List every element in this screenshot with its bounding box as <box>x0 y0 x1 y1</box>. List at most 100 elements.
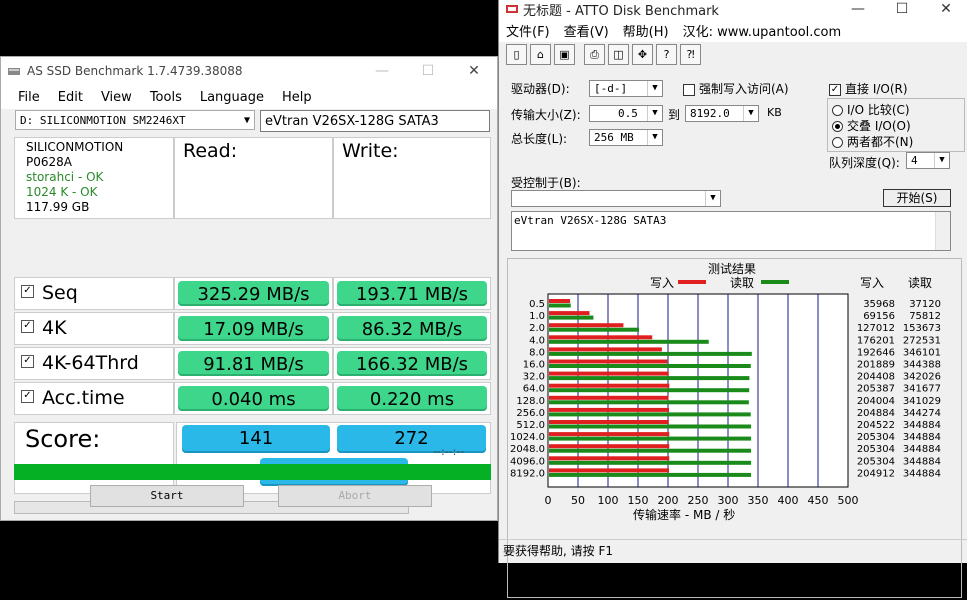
bar-read <box>549 460 752 465</box>
description-field[interactable]: eVtran V26SX-128G SATA3 <box>511 211 951 251</box>
help-icon[interactable]: ? <box>656 44 677 65</box>
move-icon[interactable]: ✥ <box>632 44 653 65</box>
direct-io-checkbox[interactable]: ✓ <box>829 83 841 96</box>
controlled-by-label: 受控制于(B): <box>511 176 581 190</box>
x-axis-label: 传输速率 - MB / 秒 <box>633 507 735 522</box>
menu-language[interactable]: Language <box>192 90 274 105</box>
value-write: 176201 <box>857 335 895 346</box>
x-tick-label: 450 <box>808 494 829 507</box>
value-read: 344884 <box>903 468 941 479</box>
minimize-icon[interactable]: — <box>836 1 880 17</box>
minimize-icon[interactable]: — <box>359 63 405 79</box>
print-icon[interactable]: ⎙ <box>584 44 605 65</box>
category-labels: 0.51.02.04.08.0 16.032.064.0128.0256.0512… <box>510 299 545 479</box>
menu-file[interactable]: 文件(F) <box>499 21 557 40</box>
menu-view[interactable]: 查看(V) <box>557 21 616 40</box>
value-write: 127012 <box>857 323 895 334</box>
x-tick-label: 350 <box>748 494 769 507</box>
value-read: 75812 <box>909 311 941 322</box>
value-read: 344884 <box>903 444 941 455</box>
row-label-acctime[interactable]: ✓ Acc.time <box>14 382 174 415</box>
drive-select[interactable]: D: SILICONMOTION SM2246XT ▼ <box>15 110 255 130</box>
menu-file[interactable]: File <box>1 90 50 105</box>
bar-read <box>549 364 751 368</box>
transfer-to-select[interactable]: 8192.0 ▼ <box>685 105 759 122</box>
checkbox-4k[interactable]: ✓ <box>21 320 34 333</box>
force-write-label: 强制写入访问(A) <box>699 82 789 96</box>
menu-help[interactable]: 帮助(H) <box>616 21 676 40</box>
force-write-option[interactable]: 强制写入访问(A) <box>683 80 789 97</box>
maximize-icon[interactable]: ☐ <box>880 1 924 17</box>
chevron-down-icon: ▼ <box>647 130 662 145</box>
row-label-4k64[interactable]: ✓ 4K-64Thrd <box>14 347 174 380</box>
overlapped-radio[interactable] <box>832 121 843 132</box>
acctime-read-cell: 0.040 ms <box>174 382 333 415</box>
bar-read <box>549 448 752 453</box>
close-icon[interactable]: ✕ <box>924 1 967 17</box>
row-label-text: 4K-64Thrd <box>42 352 139 374</box>
results-grid: SILICONMOTION P0628A storahci - OK 1024 … <box>14 137 491 494</box>
as-ssd-menubar: File Edit View Tools Language Help <box>1 85 497 109</box>
category-label: 0.5 <box>529 299 545 310</box>
atto-window: 无标题 - ATTO Disk Benchmark — ☐ ✕ 文件(F) 查看… <box>498 0 967 598</box>
drive-vendor: SILICONMOTION <box>26 140 124 154</box>
bar-write <box>549 407 670 412</box>
force-write-checkbox[interactable] <box>683 83 695 96</box>
x-tick-label: 150 <box>628 494 649 507</box>
bar-write <box>549 468 670 473</box>
open-icon[interactable]: ⌂ <box>530 44 551 65</box>
print-preview-icon[interactable]: ◫ <box>608 44 629 65</box>
description-scrollbar[interactable] <box>935 212 950 250</box>
menu-view[interactable]: View <box>93 90 142 105</box>
value-write: 204408 <box>857 372 895 383</box>
checkbox-acctime[interactable]: ✓ <box>21 390 34 403</box>
row-label-4k[interactable]: ✓ 4K <box>14 312 174 345</box>
direct-io-option[interactable]: ✓ 直接 I/O(R) <box>829 80 908 97</box>
queue-depth-select[interactable]: 4 ▼ <box>906 152 950 169</box>
as-ssd-titlebar: AS SSD Benchmark 1.7.4739.38088 — ☐ ✕ <box>1 57 497 85</box>
bar-write <box>549 359 668 364</box>
save-icon[interactable]: ▣ <box>554 44 575 65</box>
drive-value: [-d-] <box>594 82 628 95</box>
read-header: Read: <box>174 137 333 219</box>
bar-read <box>549 376 750 381</box>
drive-select[interactable]: [-d-] ▼ <box>589 80 663 97</box>
total-length-select[interactable]: 256 MB ▼ <box>589 129 663 146</box>
menu-edit[interactable]: Edit <box>50 90 93 105</box>
atto-titlebar: 无标题 - ATTO Disk Benchmark — ☐ ✕ <box>499 0 967 19</box>
checkbox-seq[interactable]: ✓ <box>21 285 34 298</box>
menu-tools[interactable]: Tools <box>142 90 192 105</box>
start-button[interactable]: 开始(S) <box>883 189 951 207</box>
drive-label: 驱动器(D): <box>511 82 570 96</box>
transfer-from-select[interactable]: 0.5 ▼ <box>589 105 663 122</box>
close-icon[interactable]: ✕ <box>451 63 497 79</box>
legend-write-label: 写入 <box>650 276 674 290</box>
neither-option[interactable]: 两者都不(N) <box>832 133 913 150</box>
seq-write-value: 193.71 MB/s <box>337 281 487 306</box>
io-compare-option[interactable]: I/O 比较(C) <box>832 101 910 118</box>
maximize-icon[interactable]: ☐ <box>405 63 451 79</box>
menu-help[interactable]: Help <box>274 90 322 105</box>
row-label-seq[interactable]: ✓ Seq <box>14 277 174 310</box>
new-icon[interactable]: ▯ <box>506 44 527 65</box>
value-write: 204004 <box>857 396 895 407</box>
controlled-by-select[interactable]: ▼ <box>511 190 721 207</box>
test-name-field[interactable]: eVtran V26SX-128G SATA3 <box>260 110 490 132</box>
value-columns: 35968 37120 69156 75812 127012 153673 176201 27… <box>857 299 941 479</box>
io-compare-radio[interactable] <box>832 105 843 116</box>
4k64-read-value: 91.81 MB/s <box>178 351 329 376</box>
start-button[interactable]: Start <box>90 485 244 507</box>
abort-button[interactable]: Abort <box>278 485 432 507</box>
column-header-read: 读取 <box>908 276 932 290</box>
neither-radio[interactable] <box>832 137 843 148</box>
menu-localization[interactable]: 汉化: www.upantool.com <box>676 21 849 40</box>
context-help-icon[interactable]: ⁈ <box>680 44 701 65</box>
bar-read <box>549 388 750 393</box>
transfer-from-value: 0.5 <box>618 107 638 120</box>
category-label: 256.0 <box>516 408 545 419</box>
bar-read <box>549 303 571 308</box>
overlapped-option[interactable]: 交叠 I/O(O) <box>832 117 911 134</box>
drive-info: SILICONMOTION P0628A storahci - OK 1024 … <box>14 137 174 219</box>
category-label: 512.0 <box>516 420 545 431</box>
checkbox-4k64[interactable]: ✓ <box>21 355 34 368</box>
